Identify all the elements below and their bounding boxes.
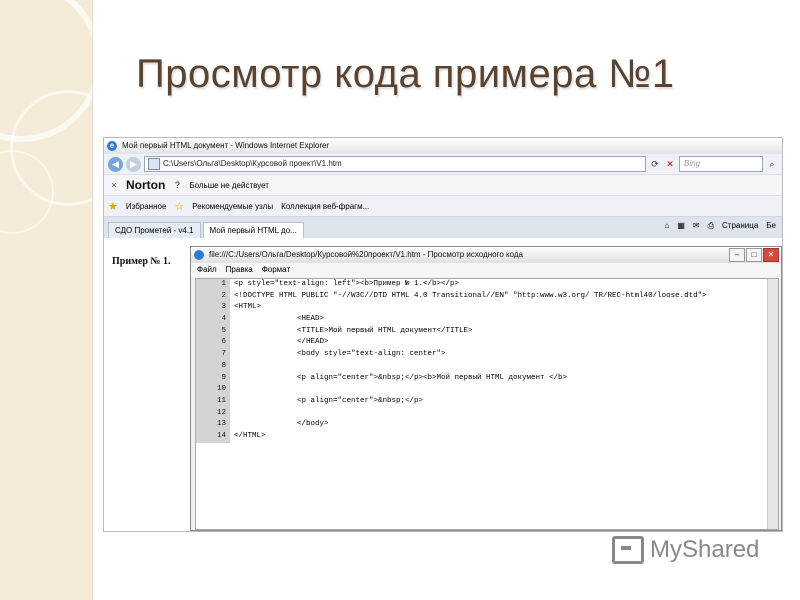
refresh-icon[interactable]: ⟳ — [649, 159, 661, 170]
maximize-icon[interactable]: □ — [746, 248, 762, 262]
line-number: 6 — [196, 337, 230, 350]
address-bar-row: ◀ ▶ C:\Users\Ольга\Desktop\Курсовой прое… — [104, 154, 782, 174]
page-menu[interactable]: Страница — [722, 221, 758, 231]
line-number: 14 — [196, 430, 230, 443]
page-content: Пример № 1. file:///C:/Users/Ольга/Deskt… — [104, 238, 782, 531]
home-icon[interactable]: ⌂ — [665, 221, 670, 231]
code-text: </body> — [234, 420, 329, 429]
line-number: 10 — [196, 384, 230, 396]
source-code-area[interactable]: 1 <p style="text-align: left"><b>Пример №… — [195, 278, 779, 530]
favorites-item[interactable]: Рекомендуемые узлы — [192, 202, 273, 211]
menu-file[interactable]: Файл — [197, 263, 217, 277]
source-menu-bar: Файл Правка Формат — [191, 263, 781, 277]
search-icon[interactable]: ⌕ — [766, 159, 778, 170]
help-icon[interactable]: ? — [171, 180, 183, 190]
code-text: <body style="text-align: center"> — [234, 350, 446, 359]
favorites-bar: ★ Избранное ☆ Рекомендуемые узлы Коллекц… — [104, 195, 782, 216]
code-line: 1 <p style="text-align: left"><b>Пример №… — [196, 279, 778, 291]
code-line: 12 — [196, 407, 778, 420]
code-line: 2 <!DOCTYPE HTML PUBLIC "-//W3C//DTD HTML… — [196, 290, 778, 303]
code-text: <HTML> — [234, 303, 262, 312]
window-controls: – □ ✕ — [729, 248, 779, 262]
favorites-star-icon[interactable]: ★ — [108, 200, 118, 213]
code-text: <p style="text-align: left"><b>Пример № … — [234, 280, 460, 288]
add-favorite-icon[interactable]: ☆ — [174, 200, 184, 213]
example-label: Пример № 1. — [112, 256, 171, 267]
ie-logo-icon — [194, 250, 204, 260]
decorative-sidebar — [0, 0, 93, 600]
code-text: <!DOCTYPE HTML PUBLIC "-//W3C//DTD HTML … — [234, 291, 707, 300]
line-number: 1 — [196, 279, 230, 291]
code-line: 13 </body> — [196, 419, 778, 431]
source-window-title: file:///C:/Users/Ольга/Desktop/Курсовой%… — [209, 250, 524, 259]
back-icon[interactable]: ◀ — [108, 156, 123, 172]
browser-window: e Мой первый HTML документ - Windows Int… — [104, 138, 782, 531]
line-number: 11 — [196, 395, 230, 408]
close-icon[interactable]: ✕ — [763, 248, 779, 262]
tab-bar: СДО Прометей - v4.1 Мой первый HTML до..… — [104, 216, 782, 239]
mail-icon[interactable]: ✉ — [693, 221, 700, 231]
source-view-window: file:///C:/Users/Ольга/Desktop/Курсовой%… — [190, 246, 782, 531]
close-toolbar-icon[interactable]: × — [108, 180, 120, 190]
myshared-watermark: MyShared — [612, 536, 759, 564]
code-text: </HEAD> — [234, 338, 329, 347]
browser-title-bar: e Мой первый HTML документ - Windows Int… — [104, 138, 782, 154]
favorites-item[interactable]: Коллекция веб-фрагм... — [281, 202, 369, 211]
menu-edit[interactable]: Правка — [226, 263, 253, 277]
code-text: <p align="center">&nbsp;</p> — [234, 396, 424, 405]
address-text: C:\Users\Ольга\Desktop\Курсовой проект\V… — [163, 159, 342, 168]
tab-first-html-doc[interactable]: Мой первый HTML до... — [202, 222, 304, 239]
norton-logo: Norton — [126, 178, 166, 192]
code-text: <TITLE>Мой первый HTML документ</TITLE> — [234, 326, 473, 335]
myshared-logo-icon — [612, 536, 644, 564]
menu-format[interactable]: Формат — [262, 263, 290, 277]
code-line: 10 — [196, 384, 778, 396]
stop-icon[interactable]: ✕ — [664, 159, 676, 170]
norton-status[interactable]: Больше не действует — [189, 181, 269, 190]
source-title-bar: file:///C:/Users/Ольга/Desktop/Курсовой%… — [191, 247, 781, 263]
line-number: 5 — [196, 325, 230, 338]
slide-title: Просмотр кода примера №1 — [136, 52, 675, 96]
code-line: 3 <HTML> — [196, 302, 778, 315]
code-text: <HEAD> — [234, 315, 325, 324]
watermark-text: MyShared — [650, 536, 760, 563]
print-icon[interactable]: ⎙ — [708, 221, 714, 231]
tab-sdo[interactable]: СДО Прометей - v4.1 — [108, 222, 201, 239]
ie-logo-icon: e — [107, 141, 117, 151]
browser-window-title: Мой первый HTML документ - Windows Inter… — [122, 141, 330, 150]
norton-toolbar: × Norton ? Больше не действует — [104, 174, 782, 195]
code-line: 6 </HEAD> — [196, 337, 778, 350]
code-line: 5 <TITLE>Мой первый HTML документ</TITLE… — [196, 325, 778, 338]
line-number: 2 — [196, 290, 230, 303]
line-number: 13 — [196, 419, 230, 431]
code-text: </HTML> — [234, 431, 266, 440]
line-number: 12 — [196, 407, 230, 420]
code-line: 9 <p align="center">&nbsp;</p><b>Мой пер… — [196, 372, 778, 385]
code-text: <p align="center">&nbsp;</p><b>Мой первы… — [234, 373, 568, 382]
code-line: 7 <body style="text-align: center"> — [196, 349, 778, 361]
line-number: 4 — [196, 314, 230, 326]
search-input[interactable]: Bing — [679, 156, 763, 172]
vertical-scrollbar[interactable] — [767, 279, 778, 529]
line-number: 9 — [196, 372, 230, 385]
page-icon — [148, 158, 160, 170]
line-number: 7 — [196, 349, 230, 361]
code-line: 11 <p align="center">&nbsp;</p> — [196, 395, 778, 408]
command-bar: ⌂ ▦ ✉ ⎙ Страница Бе — [665, 221, 776, 231]
code-line: 14 </HTML> — [196, 430, 778, 443]
safety-menu[interactable]: Бе — [766, 221, 776, 231]
minimize-icon[interactable]: – — [729, 248, 745, 262]
line-number: 8 — [196, 360, 230, 373]
forward-icon[interactable]: ▶ — [126, 156, 141, 172]
feeds-icon[interactable]: ▦ — [677, 221, 685, 231]
favorites-button[interactable]: Избранное — [126, 202, 167, 211]
line-number: 3 — [196, 302, 230, 315]
code-line: 8 — [196, 360, 778, 373]
address-input[interactable]: C:\Users\Ольга\Desktop\Курсовой проект\V… — [144, 156, 646, 172]
code-line: 4 <HEAD> — [196, 314, 778, 326]
